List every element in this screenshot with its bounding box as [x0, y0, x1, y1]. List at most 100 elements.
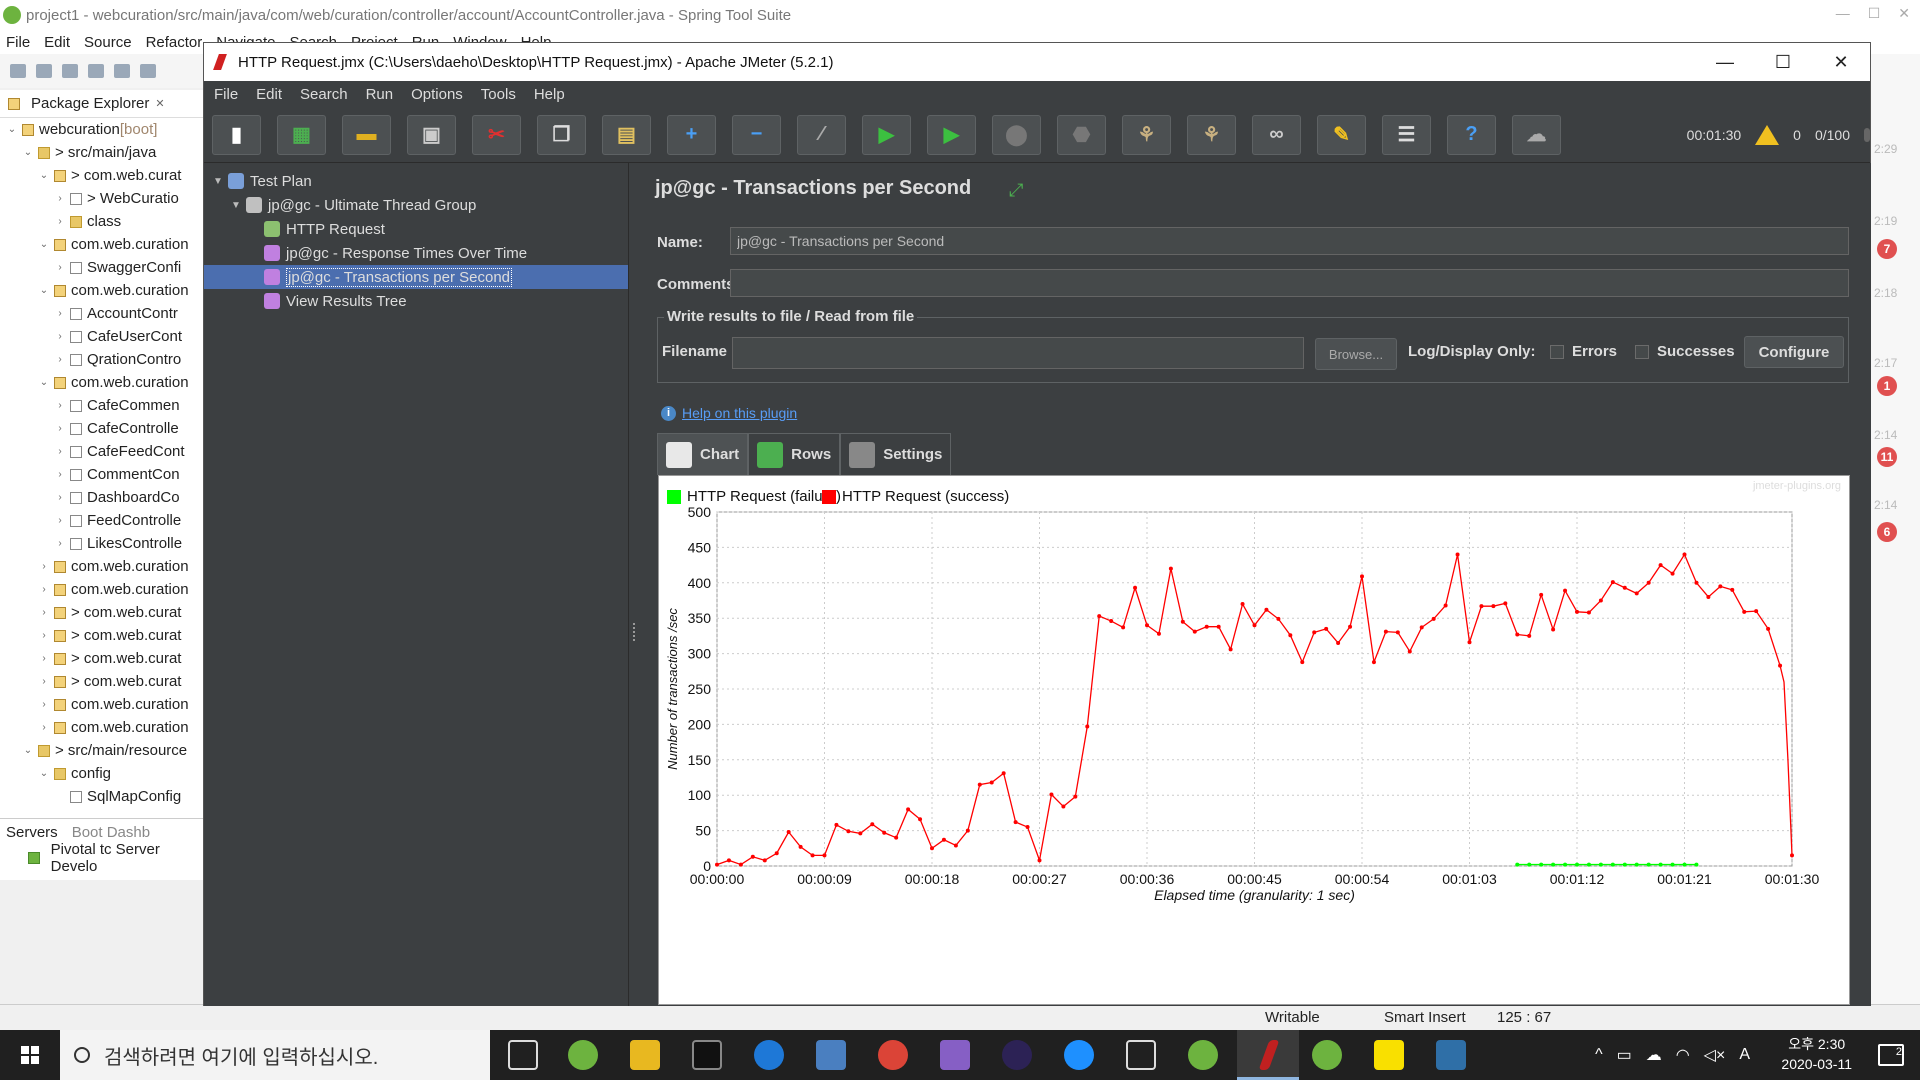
- tree-node[interactable]: jp@gc - Transactions per Second: [204, 265, 628, 289]
- run-icon[interactable]: [88, 64, 104, 78]
- remote-icon[interactable]: ☁: [1512, 114, 1561, 155]
- gutter-badge[interactable]: 11: [1877, 447, 1897, 467]
- visual-studio-icon[interactable]: [940, 1040, 970, 1070]
- terminal-icon[interactable]: [692, 1040, 722, 1070]
- start-no-pauses-icon[interactable]: ▶: [927, 114, 976, 155]
- package-tree-item[interactable]: › CafeControlle: [0, 417, 204, 440]
- calculator-icon[interactable]: [1126, 1040, 1156, 1070]
- maximize-button[interactable]: ☐: [1754, 43, 1812, 81]
- package-tree-item[interactable]: ⌄ com.web.curation: [0, 233, 204, 256]
- toggle-icon[interactable]: ⁄: [797, 114, 846, 155]
- cut-icon[interactable]: ✂: [472, 114, 521, 155]
- maximize-panel-icon[interactable]: ⤢: [1009, 181, 1027, 199]
- close-button[interactable]: ✕: [1812, 43, 1870, 81]
- jmeter-menu-tools[interactable]: Tools: [481, 86, 516, 103]
- chevron-right-icon[interactable]: ›: [54, 469, 66, 480]
- battery-icon[interactable]: ▭: [1617, 1045, 1632, 1065]
- clear-all-icon[interactable]: ⚘: [1187, 114, 1236, 155]
- chevron-right-icon[interactable]: ›: [38, 630, 50, 641]
- network-icon[interactable]: ☁: [1646, 1045, 1662, 1065]
- jmeter-menu-search[interactable]: Search: [300, 86, 348, 103]
- package-tree-item[interactable]: › class: [0, 210, 204, 233]
- warning-icon[interactable]: [1755, 125, 1780, 145]
- help-icon[interactable]: ?: [1447, 114, 1496, 155]
- chevron-down-icon[interactable]: ⌄: [22, 147, 34, 158]
- chevron-right-icon[interactable]: ›: [54, 423, 66, 434]
- package-tree-item[interactable]: › CafeFeedCont: [0, 440, 204, 463]
- package-explorer-title[interactable]: Package Explorer: [31, 95, 149, 112]
- ime-icon[interactable]: A: [1739, 1046, 1750, 1064]
- chevron-down-icon[interactable]: ⌄: [38, 285, 50, 296]
- eclipse-icon[interactable]: [1002, 1040, 1032, 1070]
- sts-icon[interactable]: [1188, 1040, 1218, 1070]
- volume-muted-icon[interactable]: ◁×: [1704, 1045, 1726, 1065]
- package-tree-item[interactable]: › SwaggerConfi: [0, 256, 204, 279]
- package-tree-item[interactable]: › DashboardCo: [0, 486, 204, 509]
- chevron-right-icon[interactable]: ›: [54, 492, 66, 503]
- tree-node[interactable]: ▼ Test Plan: [204, 169, 628, 193]
- chevron-down-icon[interactable]: ⌄: [6, 124, 18, 135]
- file-explorer-icon[interactable]: [630, 1040, 660, 1070]
- chevron-down-icon[interactable]: ⌄: [38, 239, 50, 250]
- expand-all-icon[interactable]: +: [667, 114, 716, 155]
- package-tree-item[interactable]: › > WebCuratio: [0, 187, 204, 210]
- edge-icon[interactable]: [754, 1040, 784, 1070]
- package-tree-item[interactable]: › LikesControlle: [0, 532, 204, 555]
- jmeter-menu-edit[interactable]: Edit: [256, 86, 282, 103]
- name-field[interactable]: [730, 227, 1849, 255]
- chevron-right-icon[interactable]: ›: [54, 193, 66, 204]
- tree-node[interactable]: HTTP Request: [204, 217, 628, 241]
- gutter-badge[interactable]: 6: [1877, 522, 1897, 542]
- tab-rows[interactable]: Rows: [748, 433, 841, 475]
- package-tree-item[interactable]: › CafeUserCont: [0, 325, 204, 348]
- splitter-grip-icon[interactable]: [633, 623, 639, 641]
- start-button[interactable]: [0, 1030, 60, 1080]
- chevron-right-icon[interactable]: ›: [54, 400, 66, 411]
- gutter-badge[interactable]: 7: [1877, 239, 1897, 259]
- server-row[interactable]: Pivotal tc Server Develo: [0, 841, 205, 875]
- comments-field[interactable]: [730, 269, 1849, 297]
- chevron-down-icon[interactable]: ⌄: [22, 745, 34, 756]
- close-view-icon[interactable]: ✕: [155, 97, 164, 110]
- chevron-right-icon[interactable]: ›: [54, 446, 66, 457]
- jmeter-menu-file[interactable]: File: [214, 86, 238, 103]
- internet-explorer-icon[interactable]: [1064, 1040, 1094, 1070]
- chevron-right-icon[interactable]: ›: [54, 515, 66, 526]
- package-tree-item[interactable]: SqlMapConfig: [0, 785, 204, 808]
- package-tree-item[interactable]: › FeedControlle: [0, 509, 204, 532]
- paste-icon[interactable]: ▤: [602, 114, 651, 155]
- package-tree-item[interactable]: ⌄ > com.web.curat: [0, 164, 204, 187]
- save-icon[interactable]: [36, 64, 52, 78]
- package-tree-item[interactable]: › > com.web.curat: [0, 601, 204, 624]
- chevron-right-icon[interactable]: ›: [54, 216, 66, 227]
- eclipse-menu-edit[interactable]: Edit: [44, 34, 70, 51]
- servers-tab[interactable]: Servers: [6, 824, 58, 841]
- package-tree-item[interactable]: ⌄ com.web.curation: [0, 371, 204, 394]
- app-icon-3[interactable]: [1436, 1040, 1466, 1070]
- package-tree-item[interactable]: › CommentCon: [0, 463, 204, 486]
- tree-node[interactable]: jp@gc - Response Times Over Time: [204, 241, 628, 265]
- chevron-right-icon[interactable]: ›: [38, 561, 50, 572]
- filename-field[interactable]: [732, 337, 1304, 369]
- package-tree-item[interactable]: › > com.web.curat: [0, 624, 204, 647]
- templates-icon[interactable]: ▦: [277, 114, 326, 155]
- package-tree-item[interactable]: ⌄ webcuration [boot]: [0, 118, 204, 141]
- sts-icon-2[interactable]: [1312, 1040, 1342, 1070]
- save-all-icon[interactable]: [62, 64, 78, 78]
- tray-chevron-icon[interactable]: ^: [1595, 1046, 1603, 1064]
- eclipse-menu-file[interactable]: File: [6, 34, 30, 51]
- copy-icon[interactable]: ❐: [537, 114, 586, 155]
- tree-node[interactable]: View Results Tree: [204, 289, 628, 313]
- package-tree-item[interactable]: ⌄ config: [0, 762, 204, 785]
- close-icon[interactable]: ✕: [1898, 5, 1910, 22]
- configure-button[interactable]: Configure: [1744, 336, 1844, 368]
- package-tree-item[interactable]: › CafeCommen: [0, 394, 204, 417]
- function-helper-icon[interactable]: ☰: [1382, 114, 1431, 155]
- app-icon-2[interactable]: [816, 1040, 846, 1070]
- tree-toggle-icon[interactable]: ▼: [212, 176, 224, 187]
- package-tree-item[interactable]: › > com.web.curat: [0, 647, 204, 670]
- stop-icon[interactable]: ⬤: [992, 114, 1041, 155]
- errors-checkbox[interactable]: [1550, 345, 1564, 359]
- help-link[interactable]: Help on this plugin: [682, 405, 797, 421]
- skip-icon[interactable]: [140, 64, 156, 78]
